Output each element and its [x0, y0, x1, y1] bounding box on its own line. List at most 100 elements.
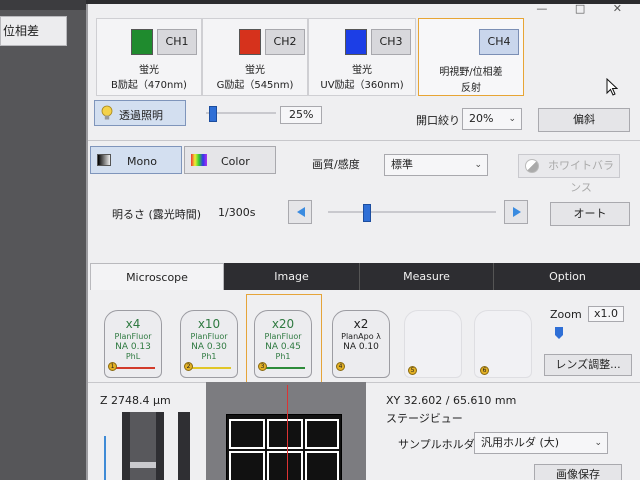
exposure-slider-track	[328, 211, 496, 213]
sample-holder-select[interactable]: 汎用ホルダ (大) ⌄	[474, 432, 608, 454]
decrease-exposure-button[interactable]	[288, 200, 312, 224]
brightness-label: 明るさ (露光時間)	[112, 208, 202, 221]
left-panel-top	[0, 0, 86, 10]
lens-name: PlanFluor	[190, 332, 228, 341]
z-slider-column[interactable]	[122, 412, 164, 480]
arrow-right-icon	[513, 207, 521, 217]
ch4-name: 明視野/位相差	[439, 67, 503, 78]
z-arrow-icon	[104, 436, 106, 480]
channel-card-ch3[interactable]: CH3 蛍光 UV励起（360nm)	[308, 18, 416, 96]
quality-select[interactable]: 標準 ⌄	[384, 154, 488, 176]
stage-view-grid[interactable]	[226, 414, 342, 480]
quality-value: 標準	[391, 158, 413, 171]
channel-card-ch4[interactable]: CH4 明視野/位相差 反射	[418, 18, 524, 96]
illumination-slider[interactable]	[206, 106, 276, 122]
ch3-desc: UV励起（360nm)	[320, 80, 404, 91]
window-controls[interactable]: — □ ✕	[536, 4, 634, 15]
lens-phase: Ph1	[275, 352, 291, 361]
ch2-color-swatch	[239, 29, 261, 55]
grid-cell[interactable]	[305, 451, 339, 480]
tab-microscope[interactable]: Microscope	[90, 263, 224, 290]
chevron-down-icon: ⌄	[474, 160, 482, 170]
grid-cell[interactable]	[229, 451, 265, 480]
ch2-desc: G励起（545nm)	[216, 80, 294, 91]
tab-image[interactable]: Image	[224, 263, 360, 290]
zoom-label: Zoom	[550, 308, 582, 321]
color-button[interactable]: Color	[184, 146, 276, 174]
zoom-value: x1.0	[588, 306, 624, 322]
z-fine-column	[178, 412, 190, 480]
lens-position-1: 1	[108, 362, 117, 371]
mouse-cursor-icon	[606, 78, 618, 96]
lens-phase: Ph1	[201, 352, 217, 361]
lens-phase: PhL	[125, 352, 141, 361]
lens-adjust-button[interactable]: レンズ調整...	[544, 354, 632, 376]
channel-card-ch1[interactable]: CH1 蛍光 B励起（470nm)	[96, 18, 202, 96]
color-label: Color	[221, 155, 250, 168]
tab-option[interactable]: Option	[494, 263, 640, 290]
zoom-slider-thumb-icon[interactable]	[554, 326, 564, 340]
aperture-select[interactable]: 20% ⌄	[462, 108, 522, 130]
phase-contrast-button[interactable]: 位相差	[0, 16, 67, 46]
lens-magnification: x20	[271, 317, 295, 331]
z-slider-thumb[interactable]	[130, 462, 156, 468]
ch3-button[interactable]: CH3	[371, 29, 411, 55]
aperture-label: 開口絞り	[416, 114, 460, 127]
left-panel	[0, 0, 86, 480]
mono-label: Mono	[127, 155, 157, 168]
ch4-button[interactable]: CH4	[479, 29, 519, 55]
exposure-slider[interactable]	[328, 204, 496, 222]
lens-name: PlanFluor	[114, 332, 152, 341]
white-balance-icon	[525, 159, 539, 173]
white-balance-button[interactable]: ホワイトバランス	[518, 154, 620, 194]
oblique-button[interactable]: 偏斜	[538, 108, 630, 132]
lens-name: PlanApo λ	[341, 332, 381, 341]
arrow-left-icon	[297, 207, 305, 217]
grid-cell[interactable]	[229, 419, 265, 449]
grid-cell[interactable]	[267, 451, 303, 480]
transmitted-light-label: 透過照明	[119, 109, 163, 122]
sample-holder-label: サンプルホルダ	[398, 438, 475, 451]
lightbulb-icon	[101, 105, 113, 120]
lens-na: NA 0.10	[343, 342, 379, 352]
lens-name: PlanFluor	[264, 332, 302, 341]
exposure-slider-thumb[interactable]	[363, 204, 372, 222]
lens-magnification: x10	[197, 317, 221, 331]
lens-na: NA 0.13	[115, 342, 151, 352]
grid-cell[interactable]	[267, 419, 303, 449]
channel-card-ch2[interactable]: CH2 蛍光 G励起（545nm)	[202, 18, 308, 96]
transmitted-light-button[interactable]: 透過照明	[94, 100, 186, 126]
ch1-desc: B励起（470nm)	[111, 80, 187, 91]
color-icon	[191, 154, 207, 166]
lens-color-band	[261, 367, 305, 369]
xy-position: XY 32.602 / 65.610 mm	[386, 394, 517, 407]
chevron-down-icon: ⌄	[508, 114, 516, 124]
ch1-color-swatch	[131, 29, 153, 55]
illumination-slider-thumb[interactable]	[209, 106, 218, 122]
ch3-color-swatch	[345, 29, 367, 55]
save-image-button[interactable]: 画像保存	[534, 464, 622, 480]
ch4-desc: 反射	[461, 83, 481, 94]
lens-na: NA 0.30	[191, 342, 227, 352]
mono-button[interactable]: Mono	[90, 146, 182, 174]
exposure-value: 1/300s	[218, 206, 256, 219]
mono-icon	[97, 154, 111, 166]
lens-position-6: 6	[480, 366, 489, 375]
ch1-name: 蛍光	[139, 65, 159, 76]
quality-label: 画質/感度	[312, 158, 360, 171]
aperture-value: 20%	[469, 112, 494, 125]
sample-holder-value: 汎用ホルダ (大)	[481, 436, 560, 449]
grid-cell[interactable]	[305, 419, 339, 449]
ch2-button[interactable]: CH2	[265, 29, 305, 55]
white-balance-label: ホワイトバランス	[548, 159, 614, 194]
ch1-button[interactable]: CH1	[157, 29, 197, 55]
illumination-percent: 25%	[280, 106, 322, 124]
increase-exposure-button[interactable]	[504, 200, 528, 224]
z-position: Z 2748.4 μm	[100, 394, 171, 407]
auto-button[interactable]: オート	[550, 202, 630, 226]
tab-measure[interactable]: Measure	[360, 263, 494, 290]
stage-position-line	[287, 385, 288, 480]
lens-position-4: 4	[336, 362, 345, 371]
lens-position-3: 3	[258, 362, 267, 371]
chevron-down-icon: ⌄	[594, 438, 602, 448]
